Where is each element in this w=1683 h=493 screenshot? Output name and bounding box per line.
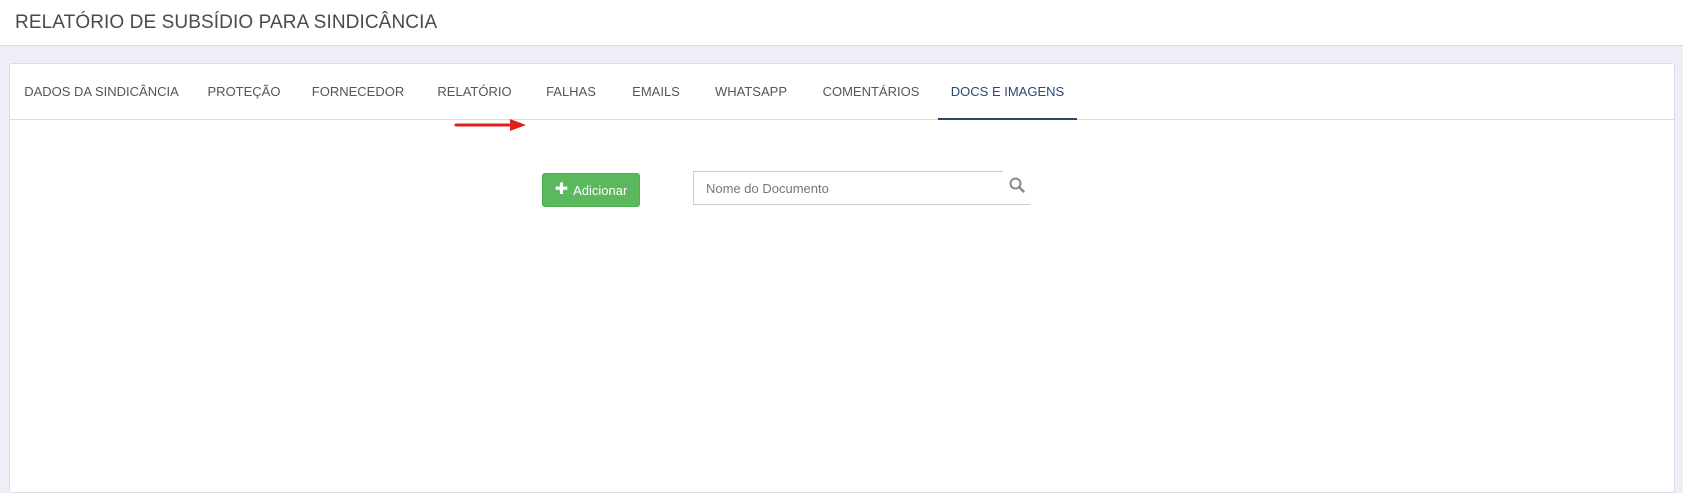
main-panel: DADOS DA SINDICÂNCIA PROTEÇÃO FORNECEDOR… — [9, 63, 1675, 493]
page-header: RELATÓRIO DE SUBSÍDIO PARA SINDICÂNCIA — [0, 0, 1683, 46]
add-button-label: Adicionar — [573, 182, 628, 198]
red-arrow-annotation — [454, 119, 526, 131]
search-button[interactable] — [1003, 171, 1030, 205]
tab-bar: DADOS DA SINDICÂNCIA PROTEÇÃO FORNECEDOR… — [10, 64, 1674, 120]
tab-relatorio[interactable]: RELATÓRIO — [421, 64, 528, 120]
tab-falhas[interactable]: FALHAS — [528, 64, 614, 120]
add-document-button[interactable]: ✚ Adicionar — [542, 173, 640, 207]
plus-icon: ✚ — [554, 181, 569, 198]
tab-docs-e-imagens[interactable]: DOCS E IMAGENS — [938, 64, 1077, 120]
tab-fornecedor[interactable]: FORNECEDOR — [295, 64, 421, 120]
search-input[interactable] — [693, 171, 1003, 205]
tab-emails[interactable]: EMAILS — [614, 64, 698, 120]
tab-comentarios[interactable]: COMENTÁRIOS — [804, 64, 938, 120]
tab-protecao[interactable]: PROTEÇÃO — [193, 64, 295, 120]
document-search — [693, 171, 1030, 205]
page-title: RELATÓRIO DE SUBSÍDIO PARA SINDICÂNCIA — [15, 12, 438, 33]
tab-whatsapp[interactable]: WHATSAPP — [698, 64, 804, 120]
tab-dados-da-sindicancia[interactable]: DADOS DA SINDICÂNCIA — [10, 64, 193, 120]
search-icon — [1009, 177, 1025, 198]
